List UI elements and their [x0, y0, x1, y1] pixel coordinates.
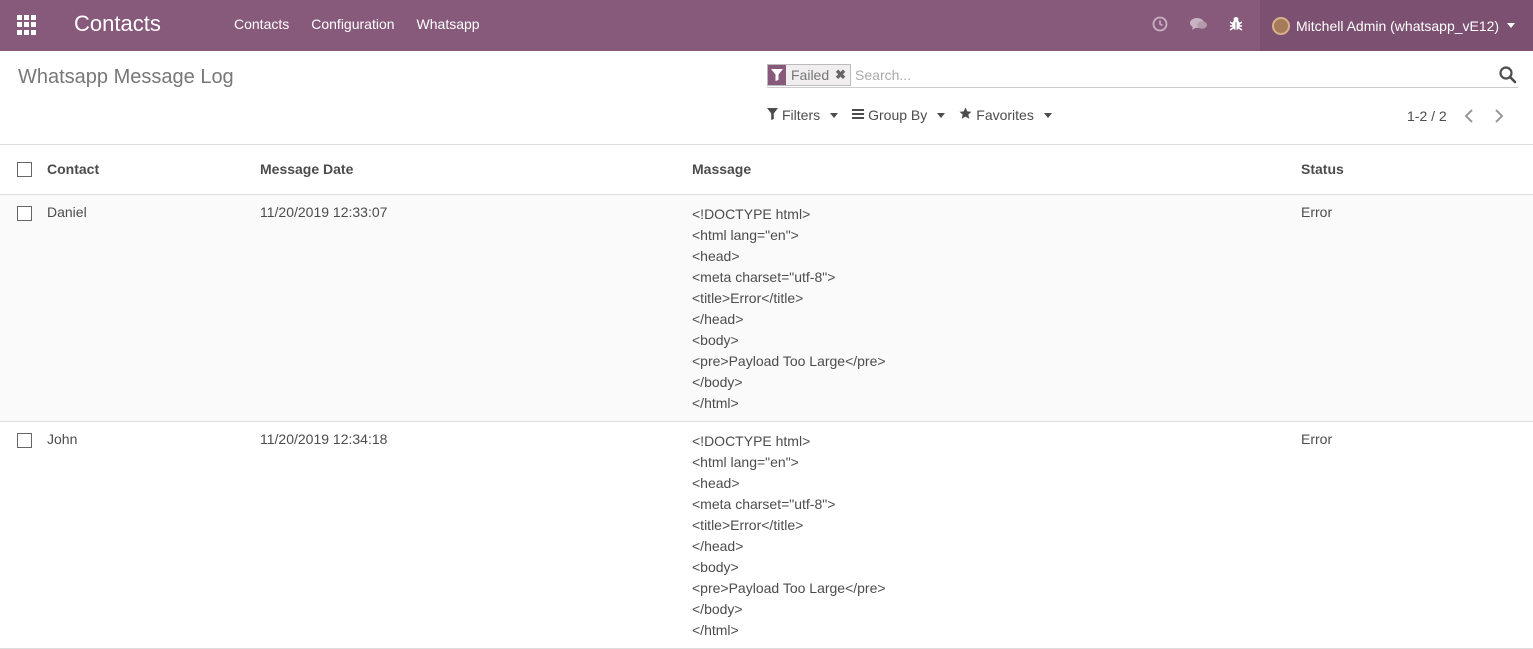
top-navbar: Contacts Contacts Configuration Whatsapp… — [0, 0, 1533, 51]
pager-value[interactable]: 1-2 / 2 — [1407, 108, 1447, 124]
search-options: Filters Group By Favorites — [767, 107, 1052, 123]
control-panel: Whatsapp Message Log Failed ✖ Filters — [0, 51, 1533, 145]
column-header-message-date[interactable]: Message Date — [260, 145, 692, 194]
chevron-down-icon — [1507, 23, 1516, 28]
message-line: <head> — [692, 474, 740, 491]
message-date-cell: 11/20/2019 12:34:18 — [260, 430, 388, 447]
message-line: </head> — [692, 537, 744, 554]
search-facet: Failed ✖ — [767, 64, 852, 86]
table-row[interactable]: Daniel 11/20/2019 12:33:07 <!DOCTYPE htm… — [0, 194, 1533, 421]
status-cell: Error — [1301, 203, 1333, 220]
chevron-down-icon — [830, 112, 839, 118]
bug-icon[interactable] — [1227, 14, 1245, 34]
message-line: <head> — [692, 247, 740, 264]
menu-item-whatsapp[interactable]: Whatsapp — [417, 16, 480, 32]
message-date-cell: 11/20/2019 12:33:07 — [260, 203, 388, 220]
message-line: <!DOCTYPE html> — [692, 432, 811, 449]
pager: 1-2 / 2 — [1407, 107, 1507, 125]
message-line: </html> — [692, 394, 739, 411]
close-icon[interactable]: ✖ — [835, 65, 846, 85]
message-log-table: Contact Message Date Massage Status Dani… — [0, 145, 1533, 649]
message-line: <!DOCTYPE html> — [692, 205, 811, 222]
column-header-status[interactable]: Status — [1301, 145, 1533, 194]
user-menu[interactable]: Mitchell Admin (whatsapp_vE12) — [1260, 0, 1533, 51]
table-header-row: Contact Message Date Massage Status — [0, 145, 1533, 194]
user-name: Mitchell Admin (whatsapp_vE12) — [1296, 17, 1500, 34]
app-title: Contacts — [74, 11, 161, 36]
menu-item-configuration[interactable]: Configuration — [311, 16, 394, 32]
message-line: <meta charset="utf-8"> — [692, 268, 836, 285]
star-icon — [959, 107, 972, 123]
message-line: <html lang="en"> — [692, 453, 799, 470]
message-line: <pre>Payload Too Large</pre> — [692, 352, 886, 369]
groupby-dropdown[interactable]: Group By — [852, 107, 946, 123]
message-line: <title>Error</title> — [692, 516, 804, 533]
message-line: <title>Error</title> — [692, 289, 804, 306]
message-line: <meta charset="utf-8"> — [692, 495, 836, 512]
status-cell: Error — [1301, 430, 1333, 447]
systray — [1151, 14, 1245, 34]
filters-label: Filters — [782, 107, 821, 123]
message-line: </head> — [692, 310, 744, 327]
filters-dropdown[interactable]: Filters — [767, 107, 839, 123]
main-menu: Contacts Configuration Whatsapp — [234, 16, 480, 32]
groupby-label: Group By — [868, 107, 928, 123]
row-checkbox[interactable] — [17, 432, 32, 448]
contact-cell: John — [47, 430, 78, 447]
filter-icon — [768, 65, 786, 85]
message-line: <pre>Payload Too Large</pre> — [692, 579, 886, 596]
search-input[interactable] — [855, 67, 1498, 83]
search-icon[interactable] — [1498, 65, 1518, 85]
table-row[interactable]: John 11/20/2019 12:34:18 <!DOCTYPE html>… — [0, 421, 1533, 648]
contact-cell: Daniel — [47, 203, 87, 220]
favorites-label: Favorites — [976, 107, 1034, 123]
list-icon — [852, 107, 865, 123]
facet-label: Failed — [791, 67, 830, 83]
menu-item-contacts[interactable]: Contacts — [234, 16, 289, 32]
clock-icon[interactable] — [1151, 14, 1169, 34]
message-line: </body> — [692, 600, 743, 617]
message-cell: <!DOCTYPE html> <html lang="en"> <head> … — [692, 421, 1301, 648]
filter-icon — [767, 107, 778, 123]
chevron-left-icon[interactable] — [1461, 107, 1477, 125]
message-line: </body> — [692, 373, 743, 390]
page-title: Whatsapp Message Log — [18, 66, 234, 88]
message-line: <html lang="en"> — [692, 226, 799, 243]
avatar — [1272, 16, 1290, 35]
select-all-checkbox[interactable] — [17, 162, 32, 178]
favorites-dropdown[interactable]: Favorites — [959, 107, 1052, 123]
message-cell: <!DOCTYPE html> <html lang="en"> <head> … — [692, 194, 1301, 421]
chevron-right-icon[interactable] — [1491, 107, 1507, 125]
column-header-contact[interactable]: Contact — [47, 145, 260, 194]
search-bar: Failed ✖ — [767, 63, 1518, 88]
chat-icon[interactable] — [1189, 14, 1207, 34]
message-line: </html> — [692, 621, 739, 638]
chevron-down-icon — [937, 112, 946, 118]
column-header-message[interactable]: Massage — [692, 145, 1301, 194]
message-line: <body> — [692, 558, 739, 575]
apps-grid-icon[interactable] — [17, 15, 37, 35]
chevron-down-icon — [1043, 112, 1052, 118]
message-line: <body> — [692, 331, 739, 348]
row-checkbox[interactable] — [17, 205, 32, 221]
